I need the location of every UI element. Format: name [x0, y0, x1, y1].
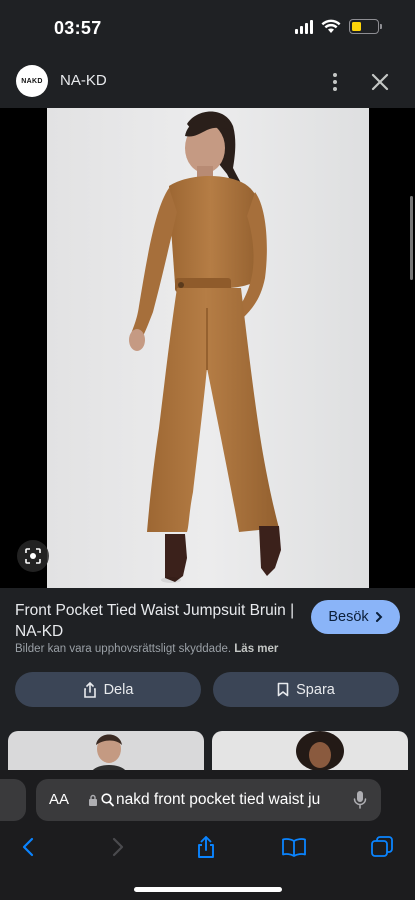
share-page-button[interactable]: [191, 832, 221, 862]
related-image-thumbnail[interactable]: [212, 731, 408, 775]
share-button[interactable]: Dela: [15, 672, 201, 707]
tabs-icon: [371, 836, 393, 857]
product-photo[interactable]: [47, 108, 369, 588]
search-icon: [101, 793, 114, 807]
home-indicator[interactable]: [134, 887, 282, 892]
more-options-icon[interactable]: [325, 71, 345, 93]
share-icon: [83, 681, 96, 698]
book-icon: [282, 838, 306, 857]
copyright-notice: Bilder kan vara upphovsrättsligt skyddad…: [15, 643, 278, 655]
reader-options-button[interactable]: AA: [49, 791, 69, 808]
result-header: NAKD NA-KD: [0, 56, 415, 108]
chevron-left-icon: [22, 837, 34, 857]
back-button[interactable]: [13, 832, 43, 862]
related-image-thumbnail[interactable]: [8, 731, 204, 775]
site-name: NA-KD: [60, 72, 107, 89]
cellular-signal-icon: [295, 19, 313, 34]
microphone-icon[interactable]: [353, 790, 367, 810]
battery-icon: [349, 19, 382, 34]
close-icon[interactable]: [369, 71, 391, 93]
share-label: Dela: [103, 681, 134, 698]
lens-search-icon[interactable]: [17, 540, 49, 572]
visit-button-label: Besök: [328, 609, 369, 625]
share-icon: [198, 836, 214, 858]
previous-tab-peek[interactable]: [0, 779, 26, 821]
url-text[interactable]: nakd front pocket tied waist ju: [116, 791, 338, 809]
chevron-right-icon: [112, 837, 124, 857]
copyright-text: Bilder kan vara upphovsrättsligt skyddad…: [15, 643, 232, 655]
read-more-link[interactable]: Läs mer: [234, 643, 278, 655]
aa-label: AA: [49, 791, 70, 808]
browser-bottom-bar: AA nakd front pocket tied waist ju: [0, 770, 415, 900]
page-scrollbar[interactable]: [410, 196, 413, 280]
image-preview[interactable]: [0, 108, 415, 588]
jumpsuit-illustration: [47, 108, 369, 588]
save-label: Spara: [296, 681, 335, 698]
save-button[interactable]: Spara: [213, 672, 399, 707]
forward-button[interactable]: [103, 832, 133, 862]
lock-icon: [89, 794, 97, 806]
chevron-right-icon: [375, 612, 383, 622]
result-title[interactable]: Front Pocket Tied Waist Jumpsuit Bruin |…: [15, 600, 300, 642]
visit-button[interactable]: Besök: [311, 600, 400, 634]
browser-toolbar: [0, 832, 415, 862]
site-logo: NAKD: [16, 65, 48, 97]
status-bar: 03:57: [0, 0, 415, 56]
status-icons: [295, 19, 382, 34]
bookmark-icon: [277, 682, 289, 697]
address-bar[interactable]: AA nakd front pocket tied waist ju: [36, 779, 381, 821]
bookmarks-button[interactable]: [279, 832, 309, 862]
wifi-icon: [321, 19, 341, 33]
clock: 03:57: [54, 18, 102, 38]
tabs-button[interactable]: [367, 832, 397, 862]
